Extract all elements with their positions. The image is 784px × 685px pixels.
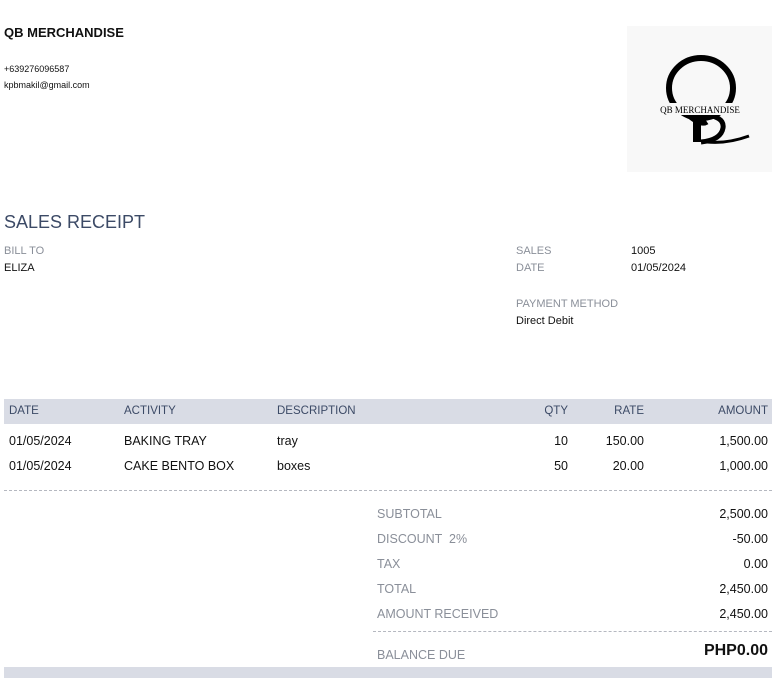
col-description: DESCRIPTION [277,405,356,417]
cell-date: 01/05/2024 [9,459,72,473]
table-row: 01/05/2024 BAKING TRAY tray 10 150.00 1,… [4,429,772,454]
company-name: QB MERCHANDISE [4,25,124,40]
cell-qty: 50 [554,459,568,473]
amount-received-value: 2,450.00 [719,607,768,621]
col-date: DATE [9,405,39,417]
page-title: SALES RECEIPT [4,212,146,232]
cell-description: tray [277,434,298,448]
subtotal-value: 2,500.00 [719,507,768,521]
table-header: DATE ACTIVITY DESCRIPTION QTY RATE AMOUN… [4,399,772,424]
divider [373,631,772,632]
total-value: 2,450.00 [719,582,768,596]
cell-description: boxes [277,459,311,473]
col-amount: AMOUNT [718,405,768,417]
total-label: TOTAL [377,582,417,596]
payment-method-value: Direct Debit [516,315,574,327]
divider [4,490,772,491]
company-logo: QB MERCHANDISE [627,26,772,172]
col-rate: RATE [614,405,644,417]
payment-method-label: PAYMENT METHOD [516,298,619,310]
col-activity: ACTIVITY [124,405,176,417]
tax-value: 0.00 [743,557,768,571]
cell-amount: 1,000.00 [719,459,768,473]
discount-label: DISCOUNT 2% [377,532,468,546]
date-label: DATE [516,262,545,274]
qb-logo-icon: QB MERCHANDISE [660,55,750,145]
cell-rate: 20.00 [612,459,644,473]
tax-label: TAX [377,557,401,571]
company-phone: +639276096587 [4,64,70,74]
cell-activity: BAKING TRAY [124,434,207,448]
balance-due-value: PHP0.00 [703,642,768,659]
col-qty: QTY [544,405,568,417]
cell-rate: 150.00 [605,434,644,448]
bill-to-label: BILL TO [4,245,45,257]
footer-bar [4,667,772,678]
cell-activity: CAKE BENTO BOX [124,459,235,473]
table-row: 01/05/2024 CAKE BENTO BOX boxes 50 20.00… [4,454,772,479]
date-value: 01/05/2024 [631,262,687,274]
cell-qty: 10 [554,434,568,448]
cell-amount: 1,500.00 [719,434,768,448]
amount-received-label: AMOUNT RECEIVED [377,607,499,621]
cell-date: 01/05/2024 [9,434,72,448]
bill-to-value: ELIZA [4,262,35,274]
logo-text: QB MERCHANDISE [660,105,740,115]
sales-number: 1005 [631,245,656,257]
sales-label: SALES [516,245,552,257]
discount-value: -50.00 [732,532,768,546]
balance-due-label: BALANCE DUE [377,648,466,662]
subtotal-label: SUBTOTAL [377,507,442,521]
company-email: kpbmakil@gmail.com [4,80,90,90]
